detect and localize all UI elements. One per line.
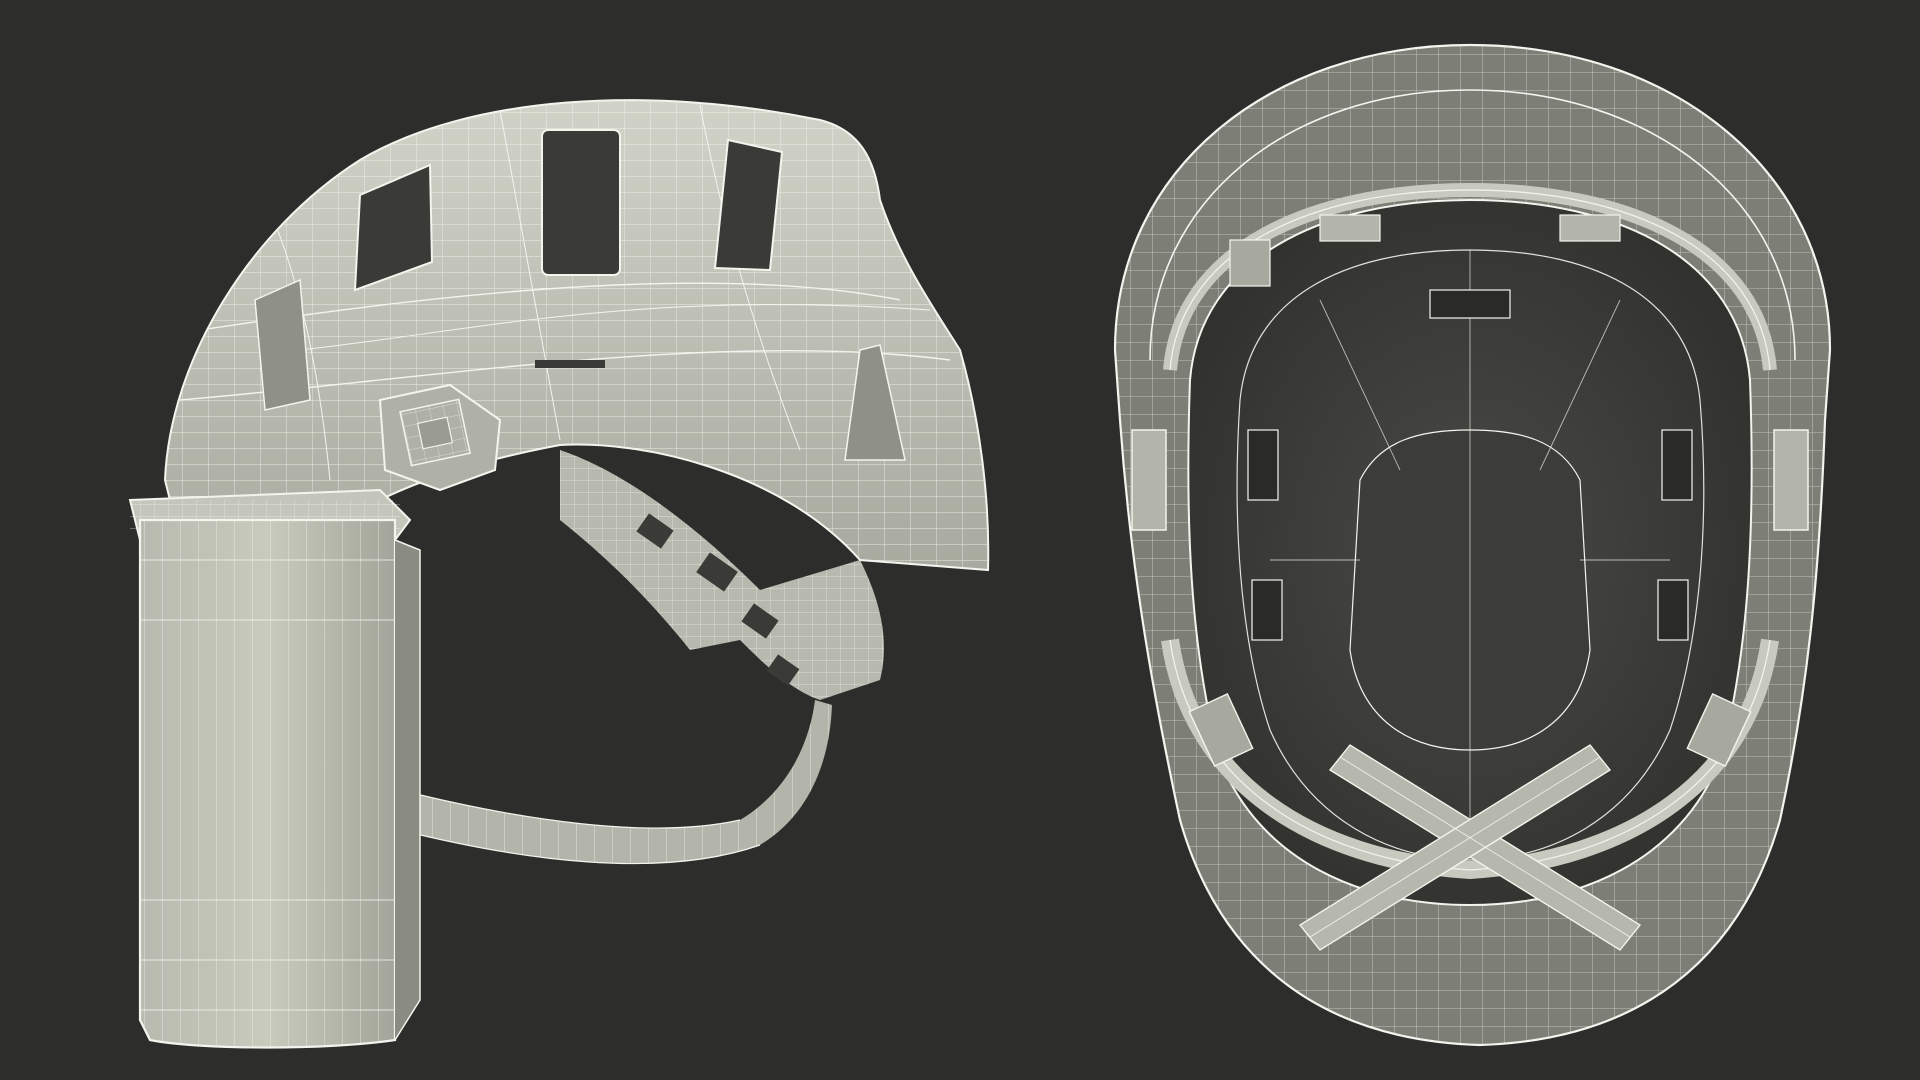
render-stage <box>0 0 1920 1080</box>
face-shield <box>138 518 421 1049</box>
helmet-side-svg <box>128 99 990 1049</box>
helmet-bottom-svg <box>1113 43 1832 1047</box>
helmet-bottom-view <box>1020 0 1920 1080</box>
helmet-side-view <box>0 0 1050 1080</box>
chin-strap <box>399 700 832 865</box>
